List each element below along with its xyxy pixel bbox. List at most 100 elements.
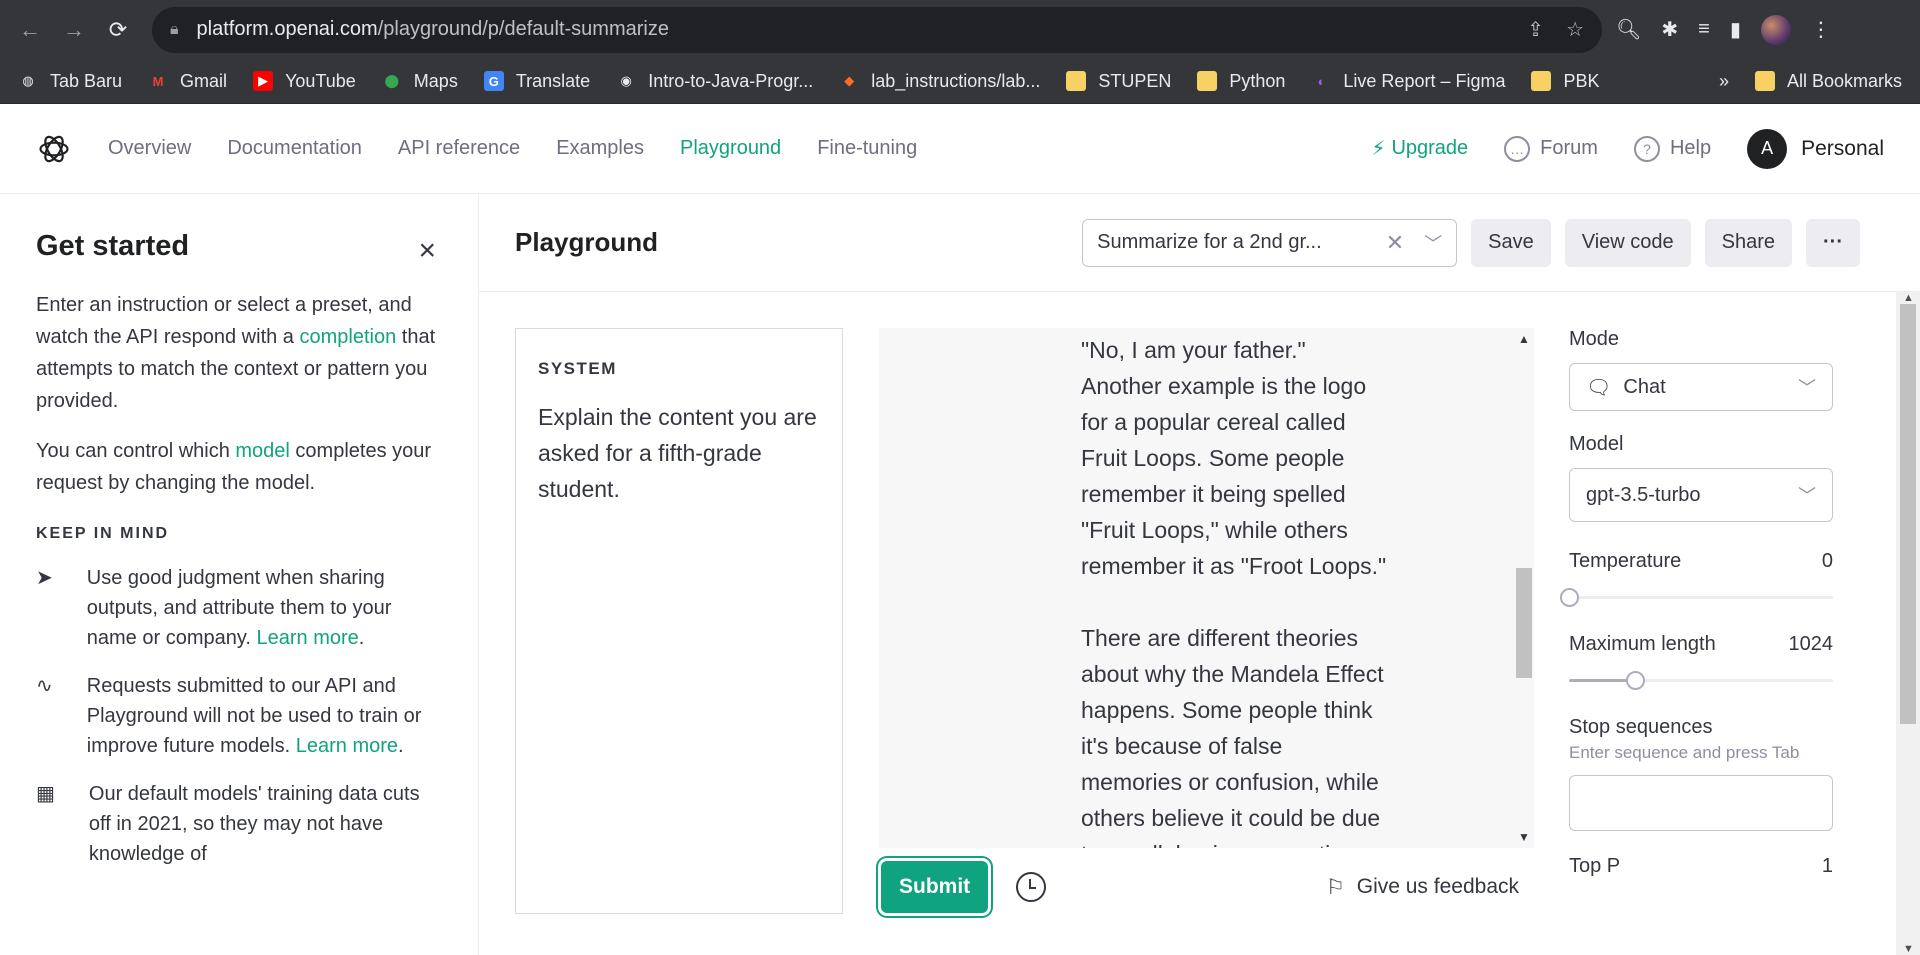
media-control-icon[interactable]: ≡ [1698,18,1710,41]
bookmark-label: Intro-to-Java-Progr... [648,70,814,91]
forward-icon[interactable]: → [56,12,92,48]
message-line: to parallel universes or time [1081,836,1436,848]
mode-select[interactable]: 🗨︎ Chat ﹀ [1569,363,1833,411]
help-link[interactable]: ? Help [1633,135,1711,162]
completion-link[interactable]: completion [300,326,397,348]
stop-sequences-input[interactable] [1569,775,1833,831]
bookmark-item[interactable]: ▶ YouTube [253,71,356,92]
model-select[interactable]: gpt-3.5-turbo ﹀ [1569,468,1833,522]
bookmark-item[interactable]: ◉ Intro-to-Java-Progr... [616,70,814,92]
bookmark-label: Python [1229,70,1286,91]
max-length-slider[interactable] [1569,670,1833,690]
chat-scrollbar[interactable]: ▲ ▼ [1514,328,1534,848]
scroll-thumb[interactable] [1516,568,1532,678]
profile-avatar[interactable] [1760,14,1791,45]
address-bar[interactable]: 🔒︎ platform.openai.com/playground/p/defa… [152,6,1602,53]
browser-toolbar: ← → ⟳ 🔒︎ platform.openai.com/playground/… [0,0,1920,59]
figma-icon: ◐ [1317,73,1326,89]
message-line: remember it being spelled [1081,481,1346,507]
max-length-value[interactable]: 1024 [1789,633,1834,656]
account-menu[interactable]: A Personal [1747,128,1884,169]
gitlab-icon: ◆ [844,73,855,88]
model-link[interactable]: model [235,440,289,462]
mode-label: Mode [1569,328,1620,350]
chevron-down-icon: ﹀ [1798,486,1816,506]
feedback-link[interactable]: ⚐ Give us feedback [1326,875,1519,900]
page-scrollbar[interactable]: ▲ ▼ [1896,292,1920,955]
nav-fine-tuning[interactable]: Fine-tuning [817,137,917,160]
more-options-button[interactable]: ··· [1806,218,1860,267]
bookmark-item[interactable]: PBK [1531,71,1600,92]
message-line: about why the Mandela Effect [1081,661,1384,687]
settings-panel: Mode 🗨︎ Chat ﹀ Model gpt-3.5-turbo ﹀ Temper… [1560,328,1834,878]
upgrade-link[interactable]: ⚡︎ Upgrade [1371,136,1468,161]
slider-handle[interactable] [1626,671,1645,690]
folder-icon [1531,71,1552,91]
bookmark-item[interactable]: ◐ Live Report – Figma [1311,71,1505,92]
bookmark-label: Gmail [180,70,228,91]
bookmark-item[interactable]: M Gmail [148,71,227,92]
upgrade-label: Upgrade [1391,137,1469,159]
scroll-down-icon[interactable]: ▼ [1518,830,1530,844]
preset-select[interactable]: Summarize for a 2nd gr... ✕ ﹀ [1082,218,1458,267]
message-line: it's because of false [1081,733,1283,759]
reload-icon[interactable]: ⟳ [100,12,136,48]
bookmark-item[interactable]: STUPEN [1066,71,1171,92]
temperature-value[interactable]: 0 [1822,550,1833,573]
nav-api-reference[interactable]: API reference [398,137,520,160]
nav-examples[interactable]: Examples [556,137,644,160]
bookmark-item[interactable]: ⬤ Maps [382,71,458,92]
message-line: "Fruit Loops," while others [1081,517,1348,543]
save-button[interactable]: Save [1471,218,1551,267]
menu-icon[interactable]: ⋮ [1811,17,1831,42]
extensions-icon[interactable]: ✱ [1661,17,1678,42]
share-page-icon[interactable]: ⇪ [1527,17,1544,42]
top-p-value[interactable]: 1 [1822,855,1833,878]
slider-handle[interactable] [1560,588,1579,607]
url-host: platform.openai.com [196,18,378,40]
search-icon[interactable]: 🔍︎ [1616,17,1641,42]
translate-icon: G [483,71,504,91]
folder-icon [1066,71,1087,91]
playground-area: Playground Summarize for a 2nd gr... ✕ ﹀… [479,194,1920,955]
share-button[interactable]: Share [1704,218,1793,267]
scroll-up-icon[interactable]: ▲ [1518,332,1530,346]
view-code-button[interactable]: View code [1564,218,1691,267]
side-panel-icon[interactable]: ▮ [1730,17,1741,42]
temperature-slider[interactable] [1560,587,1833,607]
lock-icon: 🔒︎ [170,20,179,38]
all-bookmarks-button[interactable]: All Bookmarks [1754,71,1902,92]
scroll-thumb[interactable] [1900,304,1916,724]
bookmark-item[interactable]: ◍ Tab Baru [18,71,122,92]
model-paragraph: You can control which model completes yo… [36,435,442,499]
clear-icon[interactable]: ✕ [1386,230,1404,256]
bookmark-item[interactable]: Python [1197,71,1285,92]
system-message-box[interactable]: SYSTEM Explain the content you are asked… [515,328,843,914]
message-line: There are different theories [1081,625,1359,651]
system-text[interactable]: Explain the content you are asked for a … [538,399,820,507]
close-icon[interactable]: × [418,234,436,268]
intro-paragraph: Enter an instruction or select a preset,… [36,289,442,417]
more-bookmarks-button[interactable]: » [1719,71,1729,92]
learn-more-link[interactable]: Learn more [256,627,358,649]
bookmark-item[interactable]: ◆ lab_instructions/lab... [839,71,1040,92]
history-icon[interactable] [1016,872,1047,902]
submit-button[interactable]: Submit [881,861,989,913]
bookmark-item[interactable]: G Translate [483,70,591,92]
bookmark-label: Translate [515,70,591,91]
nav-overview[interactable]: Overview [108,137,191,160]
nav-playground[interactable]: Playground [680,137,781,160]
scroll-down-icon[interactable]: ▼ [1903,943,1914,955]
bookmark-star-icon[interactable]: ☆ [1566,17,1584,42]
stop-sequences-hint: Enter sequence and press Tab [1569,743,1800,762]
learn-more-link[interactable]: Learn more [296,735,398,757]
scroll-up-icon[interactable]: ▲ [1903,292,1914,304]
chat-messages[interactable]: "No, I am your father." Another example i… [879,328,1534,848]
openai-logo-icon[interactable] [36,131,72,167]
back-icon[interactable]: ← [12,12,48,48]
message-line: memories or confusion, while [1081,769,1379,795]
forum-link[interactable]: … Forum [1504,135,1598,162]
nav-documentation[interactable]: Documentation [227,137,362,160]
chat-icon: 🗨︎ [1586,376,1612,399]
keep-in-mind-heading: KEEP IN MIND [36,525,170,542]
